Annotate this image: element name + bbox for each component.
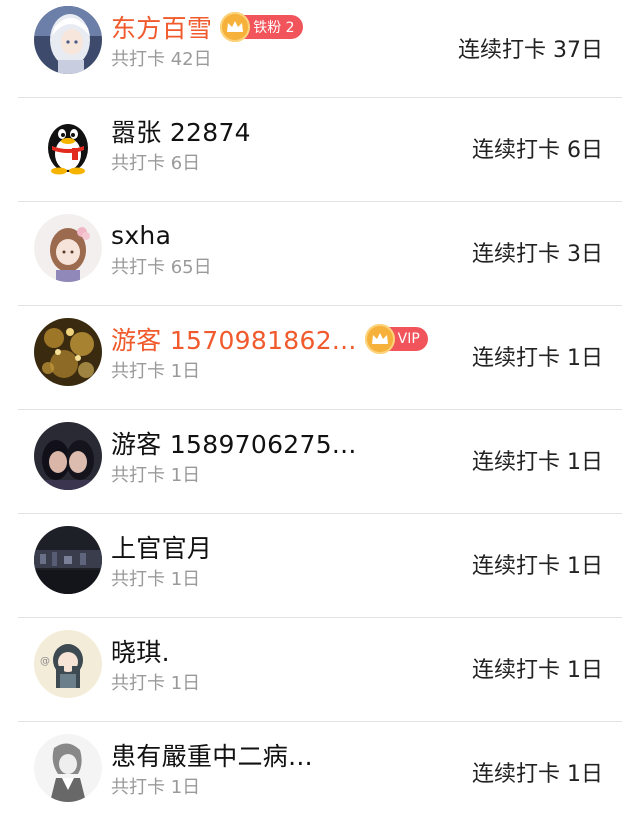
chibi-girl-icon: @ — [34, 630, 102, 698]
avatar[interactable] — [34, 734, 102, 802]
streak-days: 连续打卡 3日 — [472, 242, 603, 267]
total-checkin-days: 共打卡 1日 — [111, 361, 201, 382]
svg-text:@: @ — [40, 656, 50, 667]
golden-lights-icon — [34, 318, 102, 386]
avatar[interactable] — [34, 422, 102, 490]
name-line: 上官官月 — [111, 528, 212, 566]
user-name[interactable]: 游客 1570981862... — [111, 321, 357, 357]
two-girls-photo-icon — [34, 422, 102, 490]
vip-badge: VIP — [364, 324, 428, 354]
name-line: 东方百雪 铁粉 2 — [111, 8, 303, 46]
total-checkin-days: 共打卡 1日 — [111, 673, 201, 694]
avatar[interactable]: @ — [34, 630, 102, 698]
streak-days: 连续打卡 1日 — [472, 346, 603, 371]
total-checkin-days: 共打卡 1日 — [111, 777, 201, 798]
avatar[interactable] — [34, 318, 102, 386]
streak-days: 连续打卡 37日 — [458, 38, 603, 63]
name-line: 晓琪. — [111, 632, 170, 670]
user-name[interactable]: sxha — [111, 221, 171, 250]
checkin-ranking-list: 东方百雪 铁粉 2 共打卡 42日 连续打卡 37日 嚣张 22874 共打卡 … — [0, 0, 640, 826]
crown-icon — [220, 12, 251, 42]
list-item[interactable]: 嚣张 22874 共打卡 6日 连续打卡 6日 — [0, 98, 640, 202]
qq-penguin-icon — [34, 110, 102, 178]
user-name[interactable]: 晓琪. — [111, 633, 170, 669]
total-checkin-days: 共打卡 65日 — [111, 257, 212, 278]
total-checkin-days: 共打卡 42日 — [111, 49, 212, 70]
avatar[interactable] — [34, 110, 102, 178]
streak-days: 连续打卡 1日 — [472, 658, 603, 683]
list-item[interactable]: @ 晓琪. 共打卡 1日 连续打卡 1日 — [0, 618, 640, 722]
anime-girl-white-hair-avatar-icon — [34, 6, 102, 74]
list-item[interactable]: 上官官月 共打卡 1日 连续打卡 1日 — [0, 514, 640, 618]
dark-cityscape-icon — [34, 526, 102, 594]
anime-girl-flower-icon — [34, 214, 102, 282]
list-item[interactable]: 游客 1570981862... VIP 共打卡 1日 连续打卡 1日 — [0, 306, 640, 410]
streak-days: 连续打卡 1日 — [472, 762, 603, 787]
avatar[interactable] — [34, 6, 102, 74]
avatar[interactable] — [34, 526, 102, 594]
user-name[interactable]: 游客 1589706275... — [111, 425, 357, 461]
name-line: 游客 1570981862... VIP — [111, 320, 428, 358]
list-item[interactable]: 东方百雪 铁粉 2 共打卡 42日 连续打卡 37日 — [0, 0, 640, 98]
name-line: 患有嚴重中二病... — [111, 736, 313, 774]
user-name[interactable]: 上官官月 — [111, 529, 212, 565]
user-name[interactable]: 嚣张 22874 — [111, 113, 251, 149]
total-checkin-days: 共打卡 1日 — [111, 465, 201, 486]
fan-level-badge: 铁粉 2 — [220, 12, 303, 42]
streak-days: 连续打卡 1日 — [472, 450, 603, 475]
list-item[interactable]: 游客 1589706275... 共打卡 1日 连续打卡 1日 — [0, 410, 640, 514]
sketch-figure-icon — [34, 734, 102, 802]
list-item[interactable]: sxha 共打卡 65日 连续打卡 3日 — [0, 202, 640, 306]
badge-label: VIP — [397, 331, 420, 347]
user-name[interactable]: 患有嚴重中二病... — [111, 737, 313, 773]
name-line: sxha — [111, 216, 171, 254]
crown-icon — [364, 324, 395, 354]
streak-days: 连续打卡 1日 — [472, 554, 603, 579]
name-line: 嚣张 22874 — [111, 112, 251, 150]
name-line: 游客 1589706275... — [111, 424, 357, 462]
list-item[interactable]: 患有嚴重中二病... 共打卡 1日 连续打卡 1日 — [0, 722, 640, 826]
total-checkin-days: 共打卡 1日 — [111, 569, 201, 590]
user-name[interactable]: 东方百雪 — [111, 9, 212, 45]
total-checkin-days: 共打卡 6日 — [111, 153, 201, 174]
avatar[interactable] — [34, 214, 102, 282]
badge-label: 铁粉 2 — [253, 20, 295, 36]
streak-days: 连续打卡 6日 — [472, 138, 603, 163]
